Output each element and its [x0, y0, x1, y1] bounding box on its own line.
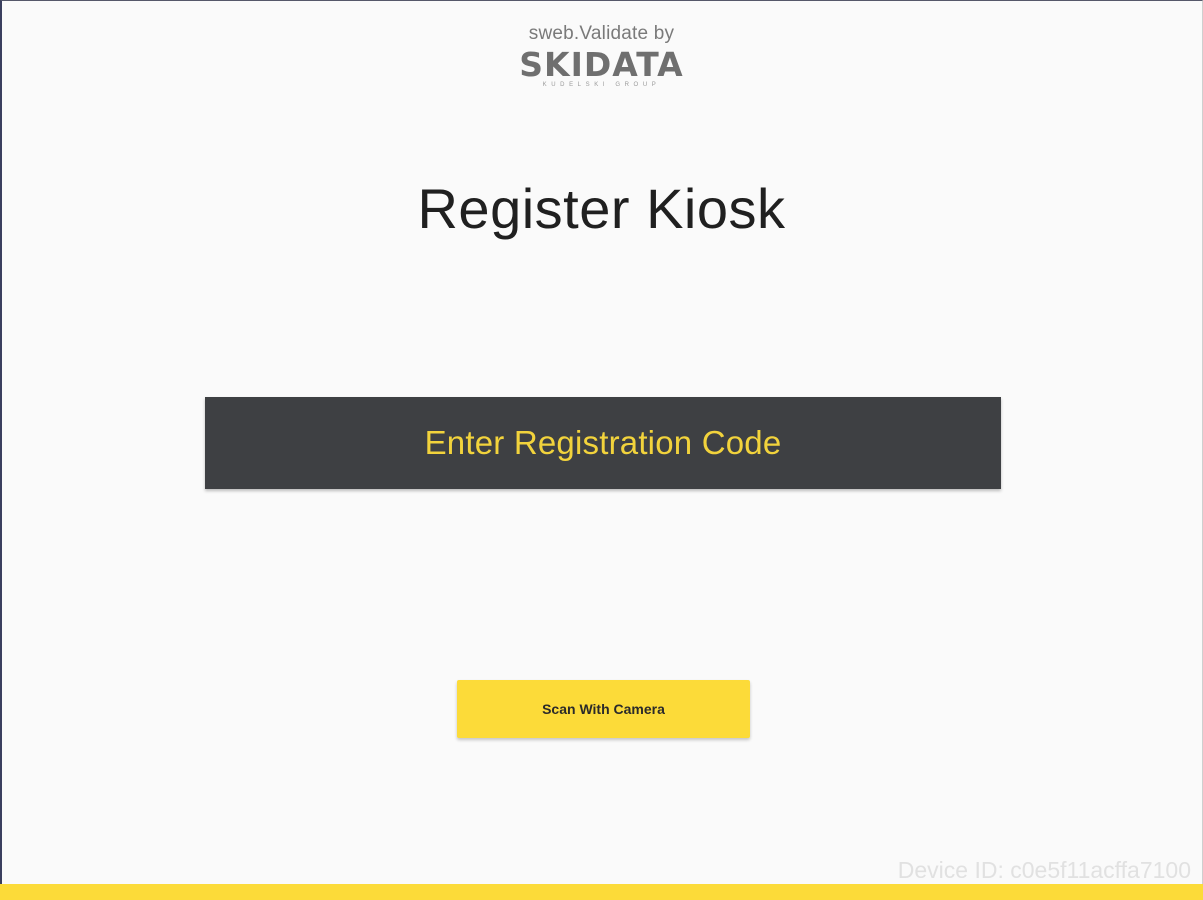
- bottom-accent-bar: [0, 884, 1203, 900]
- page-title: Register Kiosk: [417, 177, 786, 240]
- enter-registration-code-label: Enter Registration Code: [424, 424, 782, 461]
- brand-caption: sweb.Validate by: [528, 23, 675, 44]
- device-id-text: Device ID: c0e5f11acffa7100: [897, 857, 1191, 883]
- logo-wordmark: SKIDATA: [519, 45, 684, 84]
- enter-registration-code-button[interactable]: Enter Registration Code: [205, 397, 1001, 489]
- scan-with-camera-button[interactable]: Scan With Camera: [457, 680, 750, 738]
- scan-with-camera-label: Scan With Camera: [542, 701, 665, 717]
- skidata-logo: SKIDATA KUDELSKI GROUP: [519, 48, 683, 89]
- logo-subtitle: KUDELSKI GROUP: [542, 82, 661, 88]
- brand-header: sweb.Validate by SKIDATA KUDELSKI GROUP: [0, 22, 1203, 91]
